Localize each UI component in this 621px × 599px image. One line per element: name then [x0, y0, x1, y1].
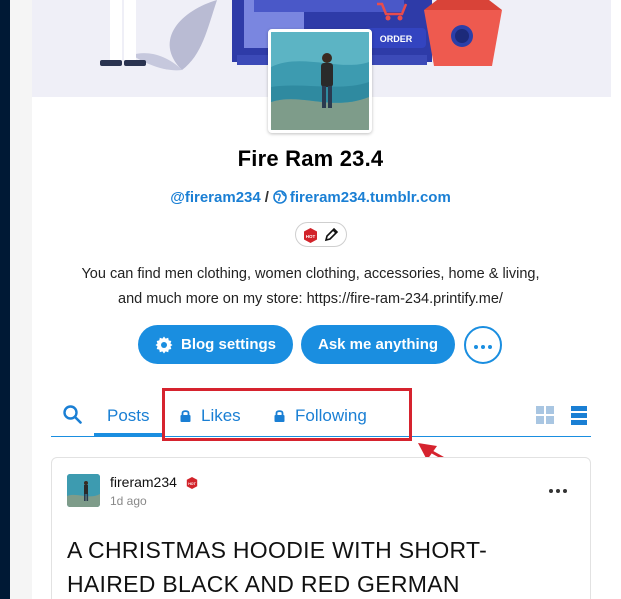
post-card: fireram234 HOT 1d ago A CHRISTMAS HOODIE… — [51, 457, 591, 599]
blog-settings-label: Blog settings — [180, 336, 276, 353]
pencil-icon — [324, 227, 339, 247]
annotation-highlight-box — [162, 388, 412, 441]
left-dark-strip — [0, 0, 10, 599]
right-edge — [611, 0, 621, 599]
description-line-1: You can find men clothing, women clothin… — [81, 266, 540, 282]
blog-settings-button[interactable]: Blog settings — [138, 325, 293, 364]
ask-label: Ask me anything — [317, 336, 439, 353]
search-icon[interactable] — [63, 405, 82, 429]
post-badge-text: HOT — [188, 482, 196, 486]
blog-avatar[interactable] — [268, 29, 372, 133]
globe-icon — [273, 190, 287, 208]
grid-view-icon[interactable] — [536, 406, 555, 430]
ask-me-anything-button[interactable]: Ask me anything — [301, 325, 455, 364]
active-tab-indicator — [94, 433, 164, 436]
hot-badge-text: HOT — [306, 234, 316, 239]
list-view-icon[interactable] — [571, 406, 587, 430]
hot-badge-icon: HOT — [303, 228, 318, 248]
post-more-icon[interactable] — [549, 480, 567, 498]
gear-icon — [155, 336, 173, 354]
post-avatar[interactable] — [67, 474, 100, 507]
blog-description: You can find men clothing, women clothin… — [40, 262, 581, 312]
post-title-line-1: A CHRISTMAS HOODIE WITH SHORT- — [67, 537, 488, 563]
blog-url-link[interactable]: fireram234.tumblr.com — [290, 189, 451, 206]
blog-handle-link[interactable]: @fireram234 — [170, 189, 261, 206]
badges-pill[interactable]: HOT — [295, 222, 347, 247]
description-line-2: and much more on my store: https://fire-… — [118, 291, 503, 307]
blog-title: Fire Ram 23.4 — [237, 146, 384, 171]
post-timestamp: 1d ago — [110, 494, 147, 508]
order-label: ORDER — [380, 34, 413, 44]
handle-separator: / — [264, 189, 269, 206]
more-icon — [474, 336, 492, 354]
hot-badge-icon: HOT — [186, 476, 198, 494]
post-title-line-2: HAIRED BLACK AND RED GERMAN — [67, 571, 460, 597]
tab-posts[interactable]: Posts — [107, 406, 150, 426]
post-title: A CHRISTMAS HOODIE WITH SHORT- HAIRED BL… — [67, 533, 587, 599]
blog-handle-row: @fireram234/ fireram234.tumblr.com — [0, 189, 621, 208]
more-options-button[interactable] — [464, 326, 502, 364]
post-username[interactable]: fireram234 — [110, 474, 177, 490]
